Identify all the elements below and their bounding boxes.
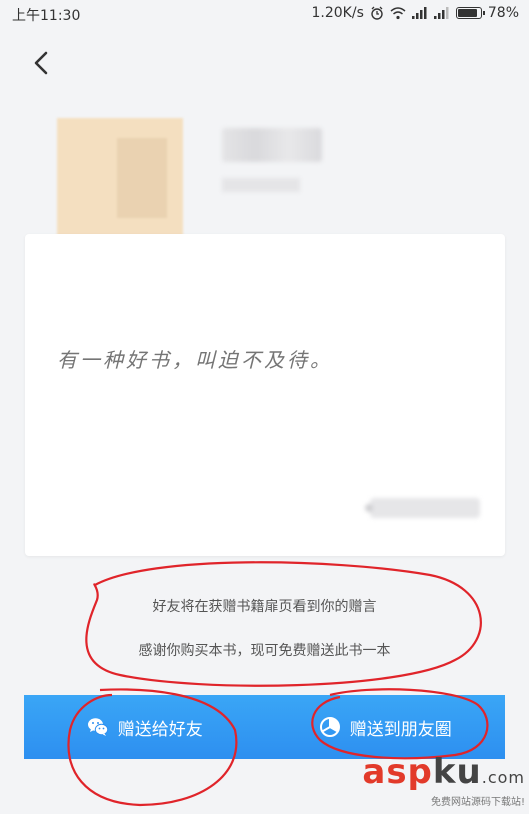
status-bar: 上午11:30 1.20K/s 78% bbox=[0, 0, 529, 28]
gift-to-friend-button[interactable]: 赠送给好友 bbox=[24, 695, 265, 759]
gift-to-friend-label: 赠送给好友 bbox=[117, 719, 203, 740]
hint-free-gift: 感谢你购买本书，现可免费赠送此书一本 bbox=[138, 643, 391, 659]
wifi-icon bbox=[390, 7, 406, 20]
battery-percent: 78% bbox=[487, 5, 519, 21]
signal-icon bbox=[411, 7, 427, 19]
alarm-icon bbox=[371, 6, 383, 20]
battery-icon bbox=[455, 7, 485, 19]
wechat-icon bbox=[87, 718, 108, 736]
status-right: 1.20K/s 78% bbox=[312, 5, 520, 21]
signal-icon-2 bbox=[433, 7, 449, 19]
back-button[interactable] bbox=[24, 45, 60, 81]
network-speed: 1.20K/s bbox=[311, 5, 364, 21]
chevron-left-icon bbox=[34, 51, 48, 75]
blurred-username bbox=[222, 128, 322, 162]
hint-friend-sees-message: 好友将在获赠书籍扉页看到你的赠言 bbox=[152, 599, 377, 615]
annotation-ellipse-hints bbox=[85, 561, 482, 687]
watermark-tagline: 免费网站源码下载站! bbox=[430, 797, 525, 808]
action-bar: 赠送给好友 赠送到朋友圈 bbox=[24, 695, 505, 759]
blurred-subtitle bbox=[222, 178, 300, 192]
blurred-signature bbox=[365, 498, 480, 518]
site-watermark: aspku.com 免费网站源码下载站! bbox=[362, 755, 525, 808]
gift-message-input[interactable] bbox=[55, 339, 479, 381]
message-card bbox=[25, 234, 505, 556]
gift-to-moments-button[interactable]: 赠送到朋友圈 bbox=[265, 695, 506, 759]
status-time: 上午11:30 bbox=[12, 8, 81, 24]
gift-to-moments-label: 赠送到朋友圈 bbox=[349, 719, 452, 740]
moments-icon bbox=[319, 717, 340, 737]
watermark-logo: aspku.com bbox=[362, 752, 525, 792]
